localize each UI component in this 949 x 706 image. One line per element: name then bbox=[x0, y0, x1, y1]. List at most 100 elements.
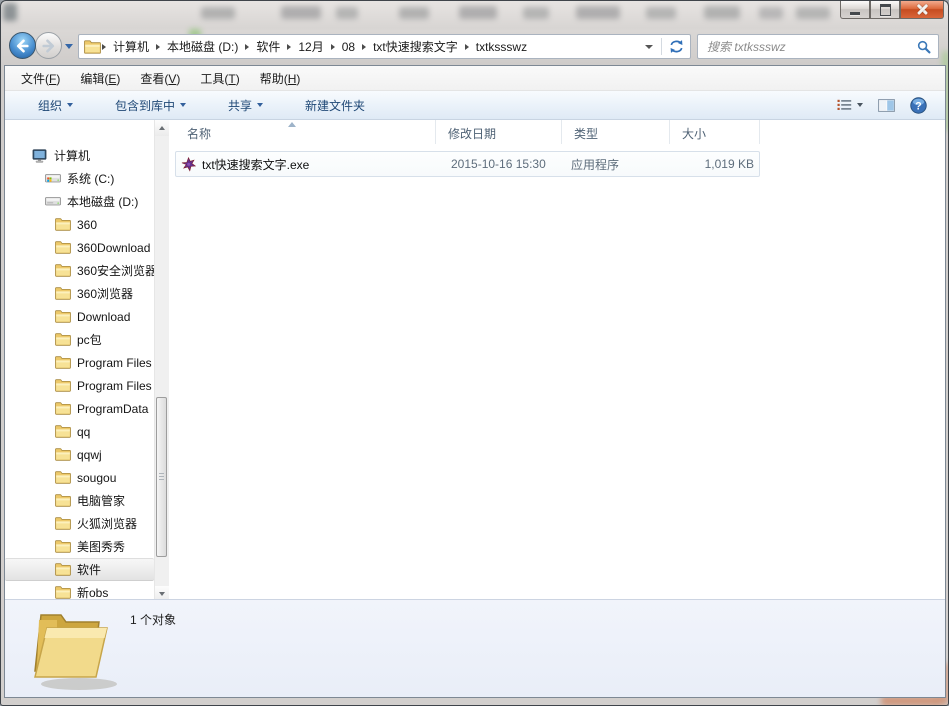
preview-pane-icon bbox=[878, 99, 895, 112]
sidebar-item-label: 360安全浏览器 bbox=[77, 262, 154, 279]
sidebar-item[interactable]: 系统 (C:) bbox=[5, 167, 154, 190]
menu-item[interactable]: 工具(T) bbox=[190, 66, 249, 91]
toolbar-button[interactable]: 组织 bbox=[27, 92, 84, 119]
close-button[interactable] bbox=[900, 1, 944, 19]
change-view-button[interactable] bbox=[837, 99, 863, 111]
sidebar-item[interactable]: 360浏览器 bbox=[5, 282, 154, 305]
breadcrumb-separator-icon[interactable] bbox=[102, 44, 106, 50]
toolbar-button[interactable]: 新建文件夹 bbox=[294, 92, 376, 119]
sidebar-item[interactable]: 360 bbox=[5, 213, 154, 236]
breadcrumb-segment[interactable]: txtkssswz bbox=[470, 40, 533, 54]
search-icon[interactable] bbox=[917, 40, 931, 54]
column-header[interactable]: 类型 bbox=[562, 120, 670, 144]
toolbar-button[interactable]: 包含到库中 bbox=[104, 92, 197, 119]
sidebar-item[interactable]: Download bbox=[5, 305, 154, 328]
sidebar-item[interactable]: 计算机 bbox=[5, 144, 154, 167]
folder-icon bbox=[55, 264, 71, 277]
folder-icon bbox=[55, 540, 71, 553]
breadcrumb-segment[interactable]: txt快速搜索文字 bbox=[367, 38, 464, 55]
file-name: txt快速搜索文字.exe bbox=[202, 156, 309, 173]
titlebar-blur-artifact bbox=[576, 6, 620, 19]
sidebar-item[interactable]: pc包 bbox=[5, 328, 154, 351]
sidebar-item-label: 电脑管家 bbox=[77, 492, 125, 509]
folder-icon bbox=[55, 471, 71, 484]
breadcrumb-separator-icon[interactable] bbox=[465, 44, 469, 50]
sidebar-item-label: Download bbox=[77, 310, 130, 324]
sidebar-item-label: 360浏览器 bbox=[77, 285, 133, 302]
sidebar-item[interactable]: ProgramData bbox=[5, 397, 154, 420]
sidebar-item[interactable]: 美图秀秀 bbox=[5, 535, 154, 558]
sidebar-item[interactable]: 软件 bbox=[5, 558, 154, 581]
sidebar-item[interactable]: 电脑管家 bbox=[5, 489, 154, 512]
sidebar-item[interactable]: 本地磁盘 (D:) bbox=[5, 190, 154, 213]
search-input[interactable] bbox=[698, 40, 917, 54]
folder-icon bbox=[55, 425, 71, 438]
file-size: 1,019 KB bbox=[670, 157, 759, 171]
sidebar-item[interactable]: 360Download bbox=[5, 236, 154, 259]
breadcrumb-segment[interactable]: 计算机 bbox=[107, 38, 155, 55]
sidebar-item[interactable]: Program Files bbox=[5, 351, 154, 374]
sidebar-item-label: qq bbox=[77, 425, 90, 439]
breadcrumb-segment[interactable]: 软件 bbox=[250, 38, 286, 55]
breadcrumb-separator-icon[interactable] bbox=[245, 44, 249, 50]
titlebar-blur-artifact bbox=[796, 7, 830, 19]
titlebar-blur-artifact bbox=[201, 7, 235, 19]
breadcrumb-separator-icon[interactable] bbox=[362, 44, 366, 50]
sidebar-item[interactable]: Program Files bbox=[5, 374, 154, 397]
breadcrumb-segment[interactable]: 08 bbox=[336, 40, 361, 54]
titlebar-blur-artifact bbox=[336, 7, 358, 19]
exe-app-icon bbox=[181, 157, 196, 172]
sidebar-item[interactable]: qq bbox=[5, 420, 154, 443]
folder-icon bbox=[55, 241, 71, 254]
sidebar-item-label: ProgramData bbox=[77, 402, 148, 416]
menu-item[interactable]: 帮助(H) bbox=[250, 66, 311, 91]
chevron-down-icon bbox=[257, 103, 263, 107]
sidebar-item[interactable]: qqwj bbox=[5, 443, 154, 466]
view-list-icon bbox=[837, 99, 852, 111]
sidebar-item[interactable]: 360安全浏览器 bbox=[5, 259, 154, 282]
menu-item[interactable]: 文件(F) bbox=[11, 66, 70, 91]
breadcrumb-separator-icon[interactable] bbox=[287, 44, 291, 50]
minimize-button[interactable] bbox=[840, 1, 870, 19]
titlebar-blur-artifact bbox=[399, 7, 429, 19]
breadcrumb-segment[interactable]: 本地磁盘 (D:) bbox=[161, 38, 244, 55]
column-header-filler bbox=[760, 120, 945, 144]
file-row[interactable]: txt快速搜索文字.exe2015-10-16 15:30应用程序1,019 K… bbox=[175, 151, 760, 177]
back-button[interactable] bbox=[9, 32, 36, 59]
sidebar-item-label: qqwj bbox=[77, 448, 102, 462]
address-dropdown-icon[interactable] bbox=[645, 45, 653, 49]
titlebar-blur-artifact bbox=[3, 3, 17, 21]
sidebar-item[interactable]: 火狐浏览器 bbox=[5, 512, 154, 535]
sidebar-item-label: Program Files bbox=[77, 379, 152, 393]
scroll-down-icon bbox=[159, 592, 165, 596]
file-type: 应用程序 bbox=[562, 156, 670, 173]
sidebar-item-label: 美图秀秀 bbox=[77, 538, 125, 555]
folder-icon bbox=[55, 402, 71, 415]
breadcrumb-segment[interactable]: 12月 bbox=[292, 38, 329, 55]
sidebar-item[interactable]: sougou bbox=[5, 466, 154, 489]
recent-pages-dropdown[interactable] bbox=[65, 44, 73, 49]
column-header[interactable]: 大小 bbox=[670, 120, 760, 144]
menu-item[interactable]: 查看(V) bbox=[130, 66, 190, 91]
scrollbar-thumb[interactable] bbox=[156, 397, 167, 557]
command-bar: 组织包含到库中共享新建文件夹 ? bbox=[5, 91, 945, 120]
breadcrumb-separator-icon[interactable] bbox=[331, 44, 335, 50]
refresh-button[interactable] bbox=[662, 35, 690, 58]
menu-bar: 文件(F)编辑(E)查看(V)工具(T)帮助(H) bbox=[5, 66, 945, 91]
help-button[interactable]: ? bbox=[910, 97, 927, 114]
tree-scrollbar[interactable] bbox=[154, 120, 169, 602]
toolbar-button[interactable]: 共享 bbox=[217, 92, 274, 119]
folder-icon bbox=[55, 333, 71, 346]
svg-text:?: ? bbox=[915, 100, 922, 112]
forward-button[interactable] bbox=[35, 32, 62, 59]
preview-pane-button[interactable] bbox=[878, 99, 895, 112]
sidebar-item-label: 火狐浏览器 bbox=[77, 515, 137, 532]
column-header[interactable]: 名称 bbox=[168, 120, 436, 144]
address-bar[interactable]: 计算机本地磁盘 (D:) 软件 12月 08 txt快速搜索文字 txtkssswz bbox=[78, 34, 691, 59]
maximize-button[interactable] bbox=[870, 1, 900, 19]
column-header[interactable]: 修改日期 bbox=[436, 120, 562, 144]
folder-icon bbox=[55, 379, 71, 392]
scroll-up-button[interactable] bbox=[155, 120, 169, 136]
menu-item[interactable]: 编辑(E) bbox=[70, 66, 130, 91]
breadcrumb-separator-icon[interactable] bbox=[156, 44, 160, 50]
